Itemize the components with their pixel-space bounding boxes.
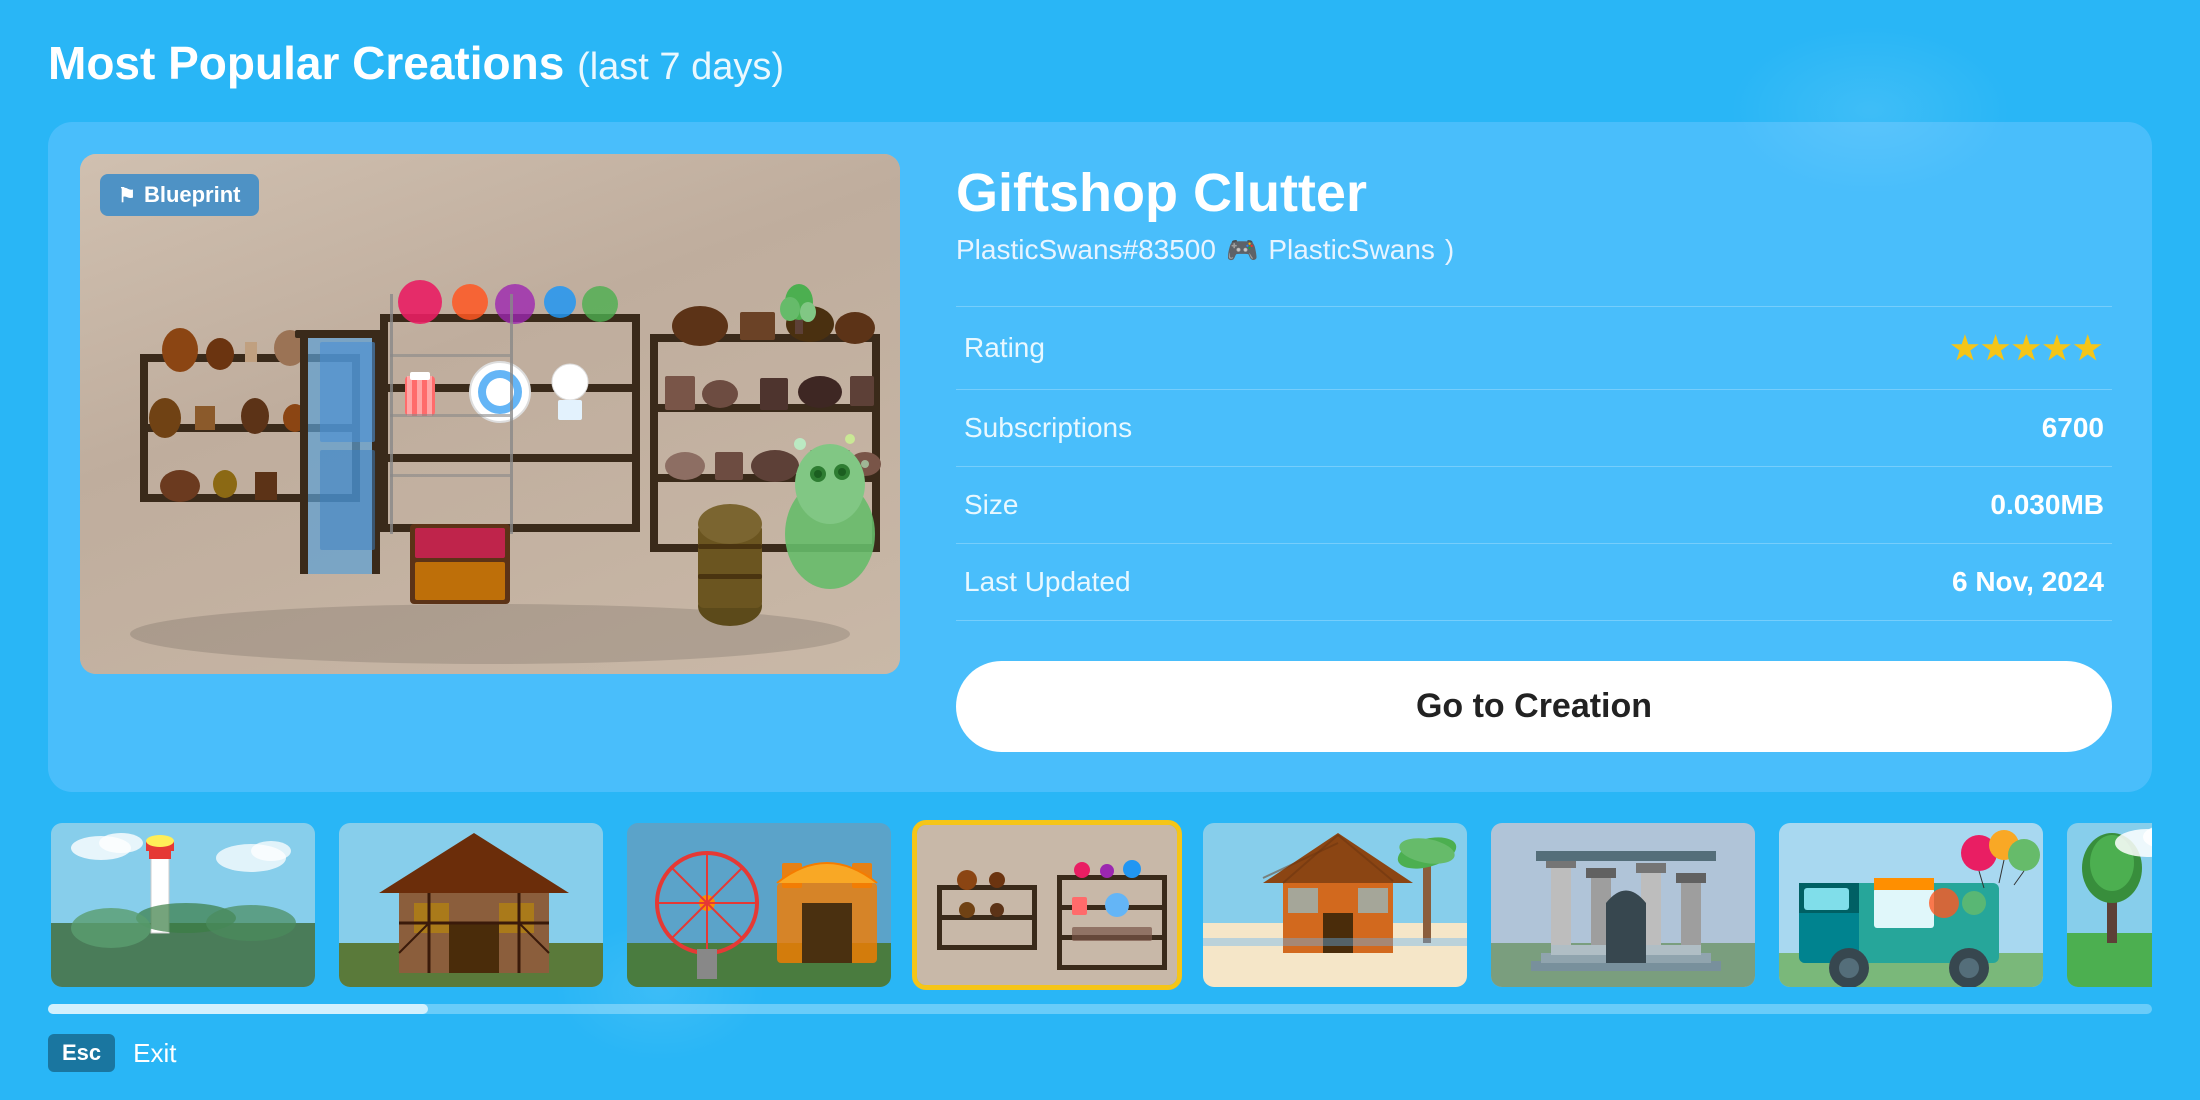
size-value: 0.030MB [1558, 467, 2112, 544]
info-panel: Giftshop Clutter PlasticSwans#83500 🎮 Pl… [940, 154, 2120, 760]
last-updated-row: Last Updated 6 Nov, 2024 [956, 544, 2112, 621]
blueprint-icon: ⚑ [118, 183, 136, 208]
creator-id: PlasticSwans#83500 [956, 234, 1216, 266]
esc-key: Esc [48, 1034, 115, 1072]
size-row: Size 0.030MB [956, 467, 2112, 544]
last-updated-label: Last Updated [956, 544, 1558, 621]
last-updated-value: 6 Nov, 2024 [1558, 544, 2112, 621]
size-label: Size [956, 467, 1558, 544]
thumbnail-8[interactable] [2064, 820, 2152, 990]
creator-line: PlasticSwans#83500 🎮 PlasticSwans ) [956, 234, 2112, 266]
thumbnail-5[interactable] [1200, 820, 1470, 990]
thumbnail-strip [48, 820, 2152, 990]
rating-label: Rating [956, 307, 1558, 390]
scrollbar-thumb [48, 1004, 428, 1014]
scrollbar-track[interactable] [48, 1004, 2152, 1014]
preview-area: ⚑ Blueprint [80, 154, 900, 674]
thumbnail-1[interactable] [48, 820, 318, 990]
subscriptions-label: Subscriptions [956, 390, 1558, 467]
stats-table: Rating ★★★★★ Subscriptions 6700 Size 0.0… [956, 306, 2112, 621]
thumbnail-section [48, 820, 2152, 1014]
title-subtitle: (last 7 days) [577, 46, 784, 88]
go-to-creation-button[interactable]: Go to Creation [956, 661, 2112, 752]
creator-handle: PlasticSwans [1268, 234, 1435, 266]
creation-preview-image [80, 154, 900, 674]
rating-value: ★★★★★ [1558, 307, 2112, 390]
thumbnail-4[interactable] [912, 820, 1182, 990]
subscriptions-row: Subscriptions 6700 [956, 390, 2112, 467]
creation-title: Giftshop Clutter [956, 162, 2112, 224]
main-card: ⚑ Blueprint [48, 122, 2152, 792]
page-title: Most Popular Creations (last 7 days) [48, 36, 2152, 90]
thumbnail-7[interactable] [1776, 820, 2046, 990]
thumbnail-6[interactable] [1488, 820, 1758, 990]
subscriptions-value: 6700 [1558, 390, 2112, 467]
blueprint-label: Blueprint [144, 182, 241, 208]
thumbnail-2[interactable] [336, 820, 606, 990]
rating-row: Rating ★★★★★ [956, 307, 2112, 390]
exit-label: Exit [133, 1038, 176, 1069]
rating-stars: ★★★★★ [1951, 330, 2104, 366]
footer: Esc Exit [48, 1034, 2152, 1072]
thumbnail-3[interactable] [624, 820, 894, 990]
title-main: Most Popular Creations [48, 37, 564, 89]
page-container: Most Popular Creations (last 7 days) ⚑ B… [0, 0, 2200, 1100]
blueprint-badge: ⚑ Blueprint [100, 174, 259, 216]
gamepad-icon: 🎮 [1226, 235, 1258, 266]
